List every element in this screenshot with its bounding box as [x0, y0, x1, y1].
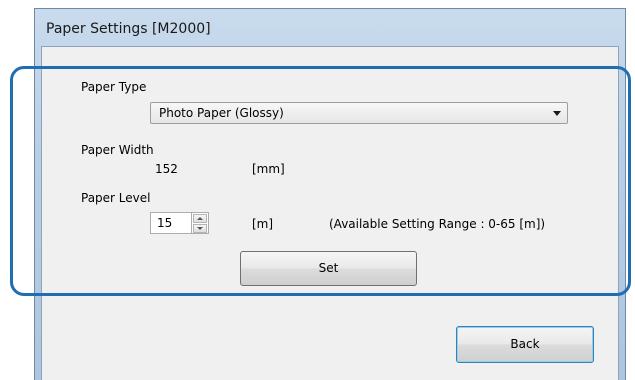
window-title: Paper Settings [M2000]	[46, 21, 211, 37]
highlight-callout-frame	[10, 66, 631, 296]
title-bar[interactable]: Paper Settings [M2000]	[35, 9, 625, 45]
back-button[interactable]: Back	[456, 326, 594, 363]
